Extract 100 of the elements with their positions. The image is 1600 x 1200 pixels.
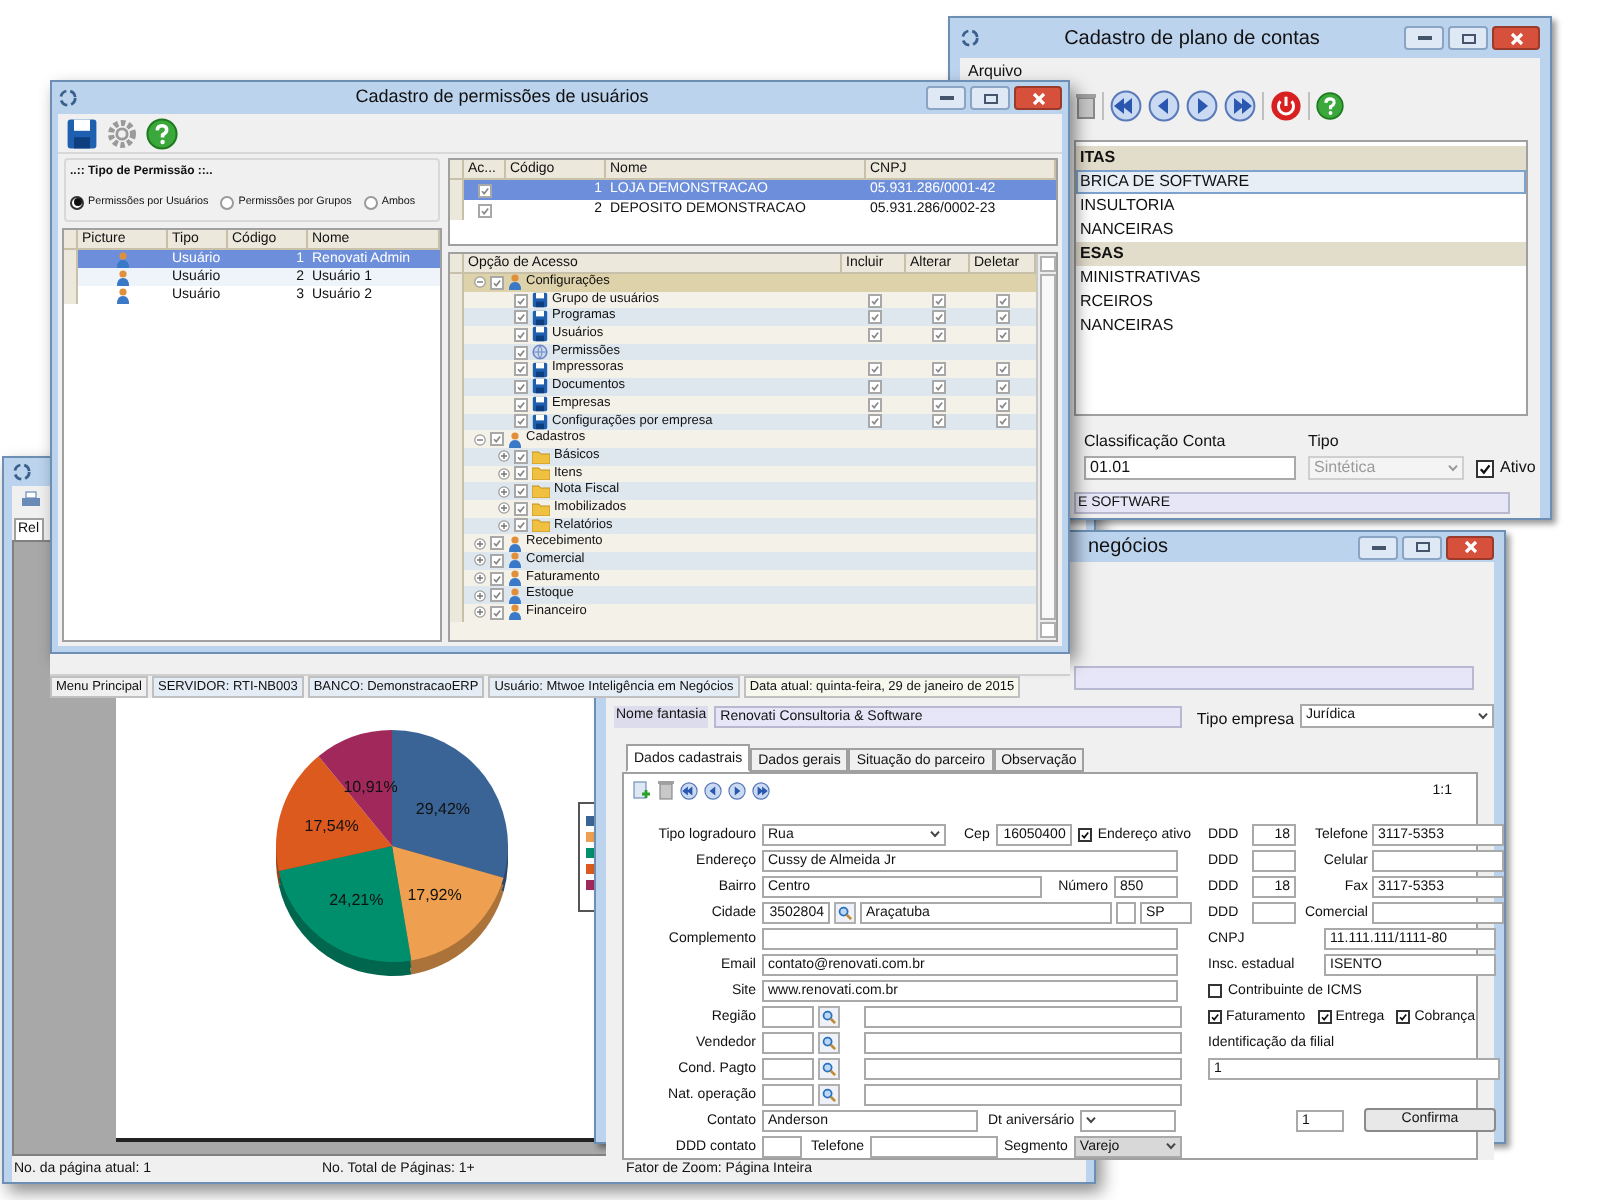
account-row[interactable]: INSULTORIA [1076,194,1526,218]
checkbox[interactable] [514,449,528,464]
scrollbar[interactable] [1036,254,1056,640]
checkbox[interactable] [1208,1009,1222,1023]
checkbox[interactable] [996,327,1010,342]
checkbox[interactable] [514,397,528,412]
search-button[interactable] [818,1031,840,1053]
checkbox[interactable] [514,293,528,308]
next-icon[interactable] [728,781,746,799]
expand-icon[interactable] [474,572,486,585]
checkbox[interactable] [490,588,504,603]
expand-icon[interactable] [498,519,510,532]
checkbox[interactable] [1077,827,1092,841]
expand-icon[interactable] [498,450,510,463]
previous-icon[interactable] [704,781,722,799]
checkbox[interactable] [867,397,881,412]
checkbox[interactable] [931,379,945,394]
account-row[interactable]: NANCEIRAS [1076,218,1526,242]
gear-icon[interactable] [106,117,138,149]
checkbox[interactable] [867,414,881,429]
checkbox[interactable] [514,310,528,325]
maximize-button[interactable] [1448,26,1488,50]
collapse-icon[interactable] [474,276,486,289]
input-field[interactable] [1252,901,1296,923]
input-field[interactable] [1080,1109,1177,1131]
expand-icon[interactable] [474,537,486,550]
checkbox[interactable] [514,414,528,429]
checkbox[interactable] [514,484,528,499]
checkbox[interactable] [490,275,504,290]
last-record-icon[interactable] [752,781,770,799]
input-field[interactable] [864,1031,1182,1053]
input-field[interactable] [870,1135,998,1157]
checkbox[interactable] [931,327,945,342]
expand-icon[interactable] [498,467,510,480]
checkbox[interactable] [490,432,504,447]
checkbox[interactable] [514,345,528,360]
input-field[interactable] [864,1057,1182,1079]
checkbox[interactable] [931,310,945,325]
checkbox[interactable] [996,379,1010,394]
minimize-button[interactable] [1358,535,1398,559]
checkbox[interactable] [490,571,504,586]
input-field[interactable] [762,1057,814,1079]
help-icon[interactable] [146,117,178,149]
checkbox[interactable] [867,327,881,342]
close-button[interactable] [1014,86,1062,110]
expand-icon[interactable] [474,589,486,602]
input-field[interactable] [1372,849,1504,871]
expand-icon[interactable] [474,554,486,567]
account-row[interactable]: NANCEIRAS [1076,314,1526,338]
checkbox[interactable] [514,327,528,342]
previous-icon[interactable] [1148,90,1180,122]
input-field[interactable] [762,1031,814,1053]
close-button[interactable] [1492,26,1540,50]
checkbox[interactable] [931,414,945,429]
checkbox[interactable] [490,536,504,551]
minimize-button[interactable] [926,86,966,110]
checkbox[interactable] [514,501,528,516]
checkbox[interactable] [1317,1009,1332,1023]
search-button[interactable] [818,1057,840,1079]
checkbox[interactable] [931,397,945,412]
checkbox[interactable] [514,362,528,377]
input-field[interactable] [864,1005,1182,1027]
checkbox[interactable] [931,362,945,377]
maximize-button[interactable] [1402,535,1442,559]
menu-item[interactable]: Arquivo [968,61,1023,81]
trash-icon[interactable] [1076,92,1096,120]
close-button[interactable] [1446,535,1494,559]
checkbox[interactable] [867,379,881,394]
help-icon[interactable] [1316,92,1344,120]
input-field[interactable] [1372,901,1504,923]
collapse-icon[interactable] [474,433,486,446]
search-button[interactable] [834,901,856,923]
input-field[interactable]: 01.01 [1084,456,1296,480]
checkbox[interactable] [1208,983,1222,997]
maximize-button[interactable] [970,86,1010,110]
checkbox[interactable] [996,293,1010,308]
last-record-icon[interactable] [1224,90,1256,122]
checkbox[interactable] [514,379,528,394]
checkbox[interactable] [1396,1009,1411,1023]
first-record-icon[interactable] [680,781,698,799]
search-button[interactable] [818,1005,840,1027]
checkbox[interactable] [478,183,492,197]
checkbox[interactable] [996,397,1010,412]
add-record-icon[interactable] [632,780,652,800]
checkbox[interactable] [514,518,528,533]
checkbox[interactable] [490,605,504,620]
checkbox[interactable] [1476,459,1494,477]
checkbox[interactable] [931,293,945,308]
input-field[interactable] [1252,849,1296,871]
radio-button[interactable] [70,195,84,209]
checkbox[interactable] [996,414,1010,429]
account-row[interactable]: BRICA DE SOFTWARE [1076,170,1526,194]
checkbox[interactable] [514,466,528,481]
checkbox[interactable] [490,553,504,568]
checkbox[interactable] [867,362,881,377]
checkbox[interactable] [996,310,1010,325]
account-row[interactable]: ITAS [1076,146,1526,170]
account-row[interactable]: RCEIROS [1076,290,1526,314]
minimize-button[interactable] [1404,26,1444,50]
account-row[interactable]: ESAS [1076,242,1526,266]
